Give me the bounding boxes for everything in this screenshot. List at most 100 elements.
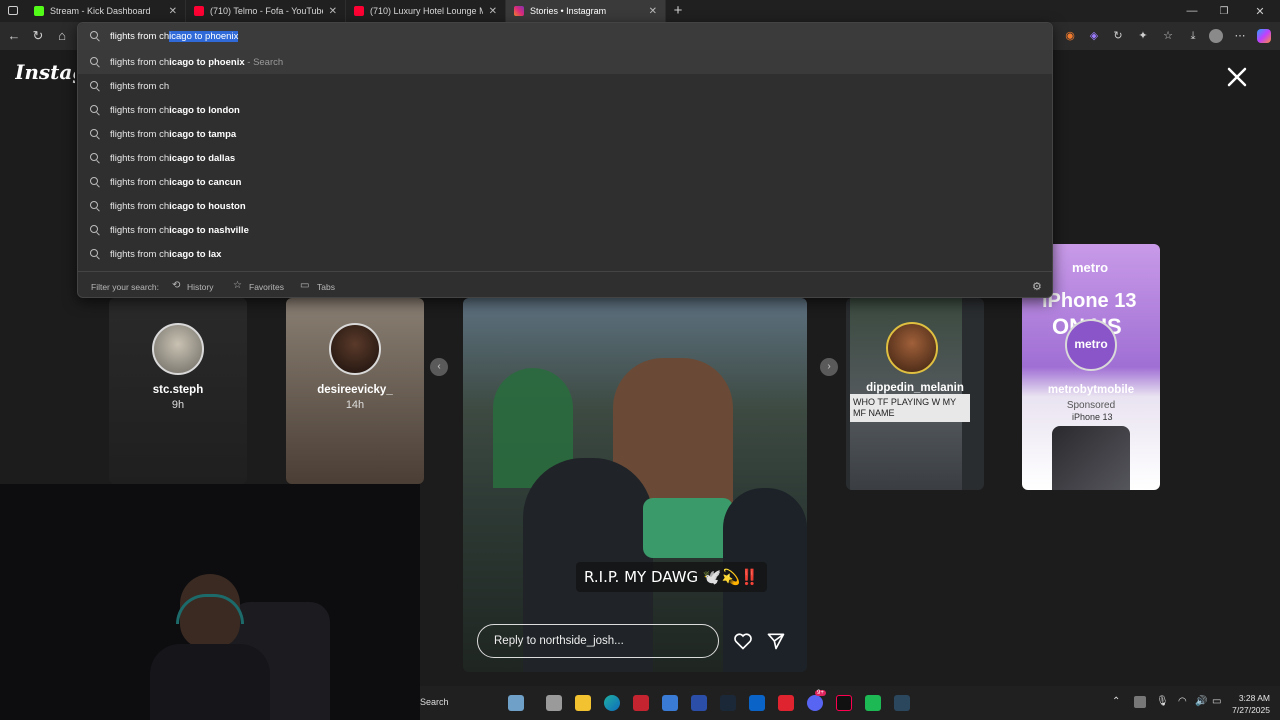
story-photo-people (463, 298, 807, 672)
story-card-desireevicky[interactable]: desireevicky_ 14h (286, 298, 424, 484)
extension-icon[interactable]: ◉ (1063, 29, 1077, 43)
refresh-icon[interactable]: ↻ (30, 28, 46, 44)
like-heart-icon[interactable] (733, 631, 753, 651)
suggestion-item[interactable]: flights from chicago to lax (78, 242, 1052, 266)
story-card-stc-steph[interactable]: stc.steph 9h (109, 298, 247, 484)
search-icon (90, 153, 101, 164)
suggestion-hint: - Search (244, 57, 284, 68)
address-input[interactable]: flights from chicago to phoenix (110, 31, 239, 42)
more-menu-icon[interactable]: ⋯ (1233, 29, 1247, 43)
search-icon (90, 57, 101, 68)
home-icon[interactable]: ⌂ (54, 28, 70, 44)
discord-icon[interactable]: 9+ (807, 690, 826, 711)
extension-icon[interactable]: ◈ (1087, 29, 1101, 43)
webcam-body (150, 644, 270, 720)
suggestion-completion: icago to nashville (169, 225, 249, 236)
filter-history-button[interactable]: History (187, 282, 213, 292)
suggestion-prefix: flights from ch (110, 177, 170, 188)
close-stories-icon[interactable] (1226, 66, 1248, 88)
tiktok-icon[interactable] (836, 695, 852, 711)
previous-story-arrow[interactable]: ‹ (430, 358, 448, 376)
tab-actions-icon[interactable] (0, 0, 26, 22)
steam-icon[interactable] (894, 695, 910, 711)
youtube-icon (354, 6, 364, 16)
downloads-icon[interactable]: ⤓ (1186, 29, 1200, 43)
suggestion-item[interactable]: flights from chicago to phoenix - Search (78, 50, 1052, 74)
filter-favorites-button[interactable]: Favorites (249, 282, 284, 292)
task-view-icon[interactable] (546, 695, 562, 711)
search-icon (90, 201, 101, 212)
suggestion-item[interactable]: flights from chicago to houston (78, 194, 1052, 218)
instagram-logo[interactable]: Instagram (15, 60, 75, 84)
tab-kick-dashboard[interactable]: Stream - Kick Dashboard ✕ (26, 0, 186, 22)
window-close-button[interactable]: ✕ (1240, 5, 1280, 18)
suggestion-item[interactable]: flights from chicago to tampa (78, 122, 1052, 146)
favorites-star-icon: ☆ (233, 280, 242, 291)
widgets-icon[interactable] (508, 695, 524, 711)
address-bar[interactable]: flights from chicago to phoenix (78, 23, 1052, 50)
microphone-icon[interactable]: 🎙 (1156, 696, 1169, 707)
minimize-button[interactable]: — (1176, 5, 1208, 17)
ad-headline-line-1: iPhone 13 (1042, 290, 1137, 312)
volume-icon[interactable]: 🔊 (1195, 696, 1207, 707)
search-icon (90, 31, 101, 42)
suggestion-item[interactable]: flights from ch (78, 74, 1052, 98)
app-icon[interactable] (633, 695, 649, 711)
tray-chevron-icon[interactable]: ⌃ (1112, 696, 1120, 707)
extensions-icon[interactable]: ✦ (1136, 29, 1150, 43)
settings-gear-icon[interactable]: ⚙ (1032, 280, 1042, 293)
story-card-dippedin-melanin[interactable]: dippedin_melanin WHO TF PLAYING W MY MF … (846, 298, 984, 490)
refresh-extension-icon[interactable]: ↻ (1111, 29, 1125, 43)
suggestion-item[interactable]: flights from chicago to nashville (78, 218, 1052, 242)
back-arrow-icon[interactable]: ← (6, 28, 22, 44)
share-send-icon[interactable] (766, 631, 786, 651)
suggestion-prefix: flights from ch (110, 129, 170, 140)
profile-icon[interactable] (1209, 29, 1223, 43)
app-icon[interactable] (865, 695, 881, 711)
file-explorer-icon[interactable] (575, 695, 591, 711)
app-icon[interactable] (662, 695, 678, 711)
copilot-icon[interactable] (1257, 29, 1271, 43)
story-age: 9h (171, 399, 185, 411)
suggestion-item[interactable]: flights from chicago to cancun (78, 170, 1052, 194)
instagram-icon (514, 6, 524, 16)
filter-tabs-button[interactable]: Tabs (317, 282, 335, 292)
close-icon[interactable]: ✕ (649, 6, 657, 17)
search-icon (90, 249, 101, 260)
search-filter-bar: Filter your search: ⟲ History ☆ Favorite… (78, 271, 1052, 299)
search-icon (90, 177, 101, 188)
reply-input[interactable]: Reply to northside_josh... (477, 624, 719, 658)
youtube-icon[interactable] (778, 695, 794, 711)
next-story-arrow[interactable]: › (820, 358, 838, 376)
search-icon (90, 225, 101, 236)
tab-instagram-stories[interactable]: Stories • Instagram ✕ (506, 0, 666, 22)
suggestion-item[interactable]: flights from chicago to dallas (78, 146, 1052, 170)
avatar (152, 323, 204, 375)
taskbar-clock[interactable]: 3:28 AM 7/27/2025 (1232, 692, 1270, 716)
tab-youtube-lounge[interactable]: (710) Luxury Hotel Lounge Music ✕ (346, 0, 506, 22)
edge-icon[interactable] (604, 695, 620, 711)
suggestion-prefix: flights from ch (110, 105, 170, 116)
omnibox-dropdown: flights from chicago to phoenix flights … (77, 22, 1053, 298)
avatar (886, 322, 938, 374)
steam-icon[interactable] (720, 695, 736, 711)
ad-product-name: iPhone 13 (1072, 412, 1113, 422)
new-tab-button[interactable]: + (666, 0, 690, 22)
favorites-icon[interactable]: ☆ (1161, 29, 1175, 43)
app-icon[interactable] (691, 695, 707, 711)
wifi-icon[interactable]: ◠ (1178, 696, 1187, 707)
search-icon (90, 81, 101, 92)
close-icon[interactable]: ✕ (169, 6, 177, 17)
suggestion-prefix: flights from ch (110, 57, 170, 68)
ad-brand: metro (1072, 260, 1109, 275)
tab-title: Stories • Instagram (530, 6, 607, 16)
tab-youtube-telmo[interactable]: (710) Telmo - Fofa - YouTube ✕ (186, 0, 346, 22)
tray-app-icon[interactable] (1134, 696, 1146, 708)
close-icon[interactable]: ✕ (329, 6, 337, 17)
suggestion-item[interactable]: flights from chicago to london (78, 98, 1052, 122)
taskbar-search[interactable]: Search (420, 697, 449, 707)
restore-button[interactable]: ❐ (1208, 6, 1240, 17)
close-icon[interactable]: ✕ (489, 6, 497, 17)
outlook-icon[interactable] (749, 695, 765, 711)
battery-icon[interactable]: ▭ (1212, 696, 1221, 707)
